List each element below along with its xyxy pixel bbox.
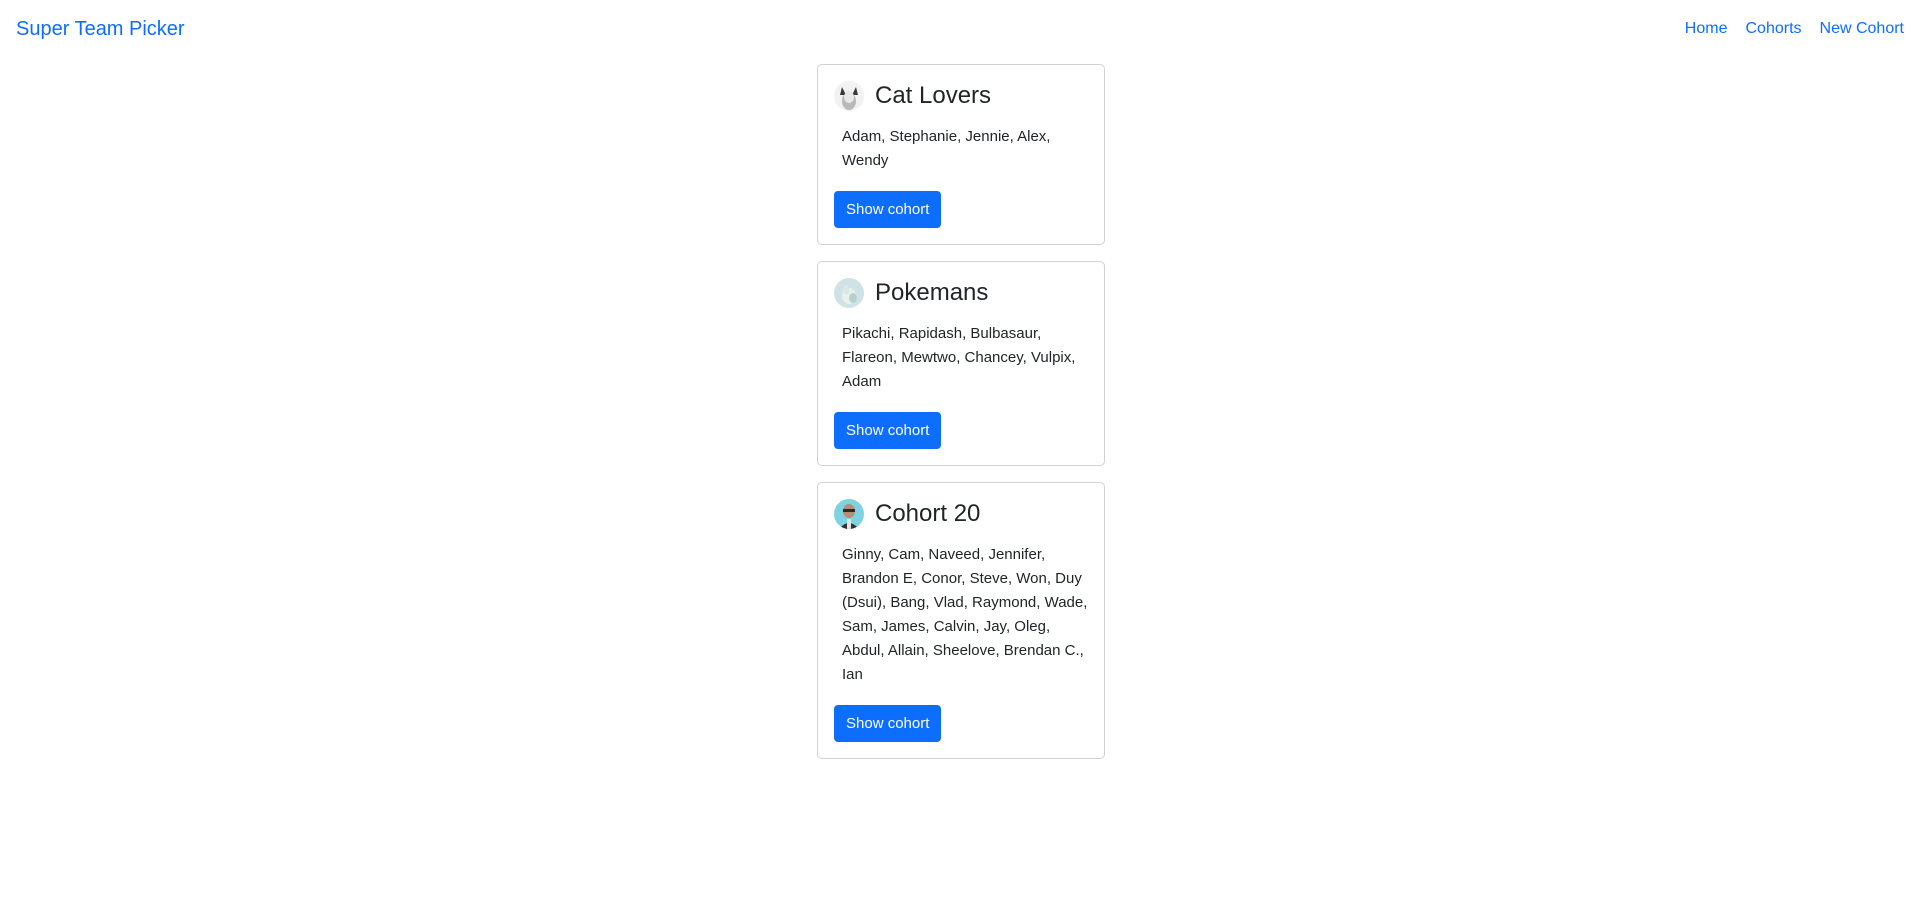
- nav-link-new-cohort[interactable]: New Cohort: [1820, 20, 1904, 38]
- show-cohort-button[interactable]: Show cohort: [834, 412, 942, 449]
- cohort-name: Pokemans: [875, 279, 989, 306]
- show-cohort-button[interactable]: Show cohort: [834, 191, 942, 228]
- show-cohort-button[interactable]: Show cohort: [834, 705, 942, 742]
- person-avatar-icon: [834, 499, 864, 529]
- cohort-card: Cohort 20 Ginny, Cam, Naveed, Jennifer, …: [817, 482, 1105, 759]
- cohort-list: Cat Lovers Adam, Stephanie, Jennie, Alex…: [817, 64, 1105, 775]
- card-title: Cohort 20: [834, 499, 1088, 529]
- card-title: Pokemans: [834, 278, 1088, 308]
- cat-avatar-icon: [834, 81, 864, 111]
- cohort-name: Cat Lovers: [875, 82, 992, 109]
- brand-link[interactable]: Super Team Picker: [16, 18, 185, 41]
- nav-link-home[interactable]: Home: [1685, 20, 1728, 38]
- cohort-card: Pokemans Pikachi, Rapidash, Bulbasaur, F…: [817, 261, 1105, 466]
- nav-links: Home Cohorts New Cohort: [1685, 20, 1904, 38]
- cohort-members: Ginny, Cam, Naveed, Jennifer, Brandon E,…: [842, 546, 1088, 683]
- cohort-card: Cat Lovers Adam, Stephanie, Jennie, Alex…: [817, 64, 1105, 245]
- cohort-members: Pikachi, Rapidash, Bulbasaur, Flareon, M…: [842, 325, 1076, 390]
- nav-link-cohorts[interactable]: Cohorts: [1745, 20, 1801, 38]
- cohort-members: Adam, Stephanie, Jennie, Alex, Wendy: [842, 128, 1051, 169]
- card-title: Cat Lovers: [834, 81, 1088, 111]
- navbar: Super Team Picker Home Cohorts New Cohor…: [0, 0, 1920, 58]
- pokemon-avatar-icon: [834, 278, 864, 308]
- cohort-name: Cohort 20: [875, 500, 981, 527]
